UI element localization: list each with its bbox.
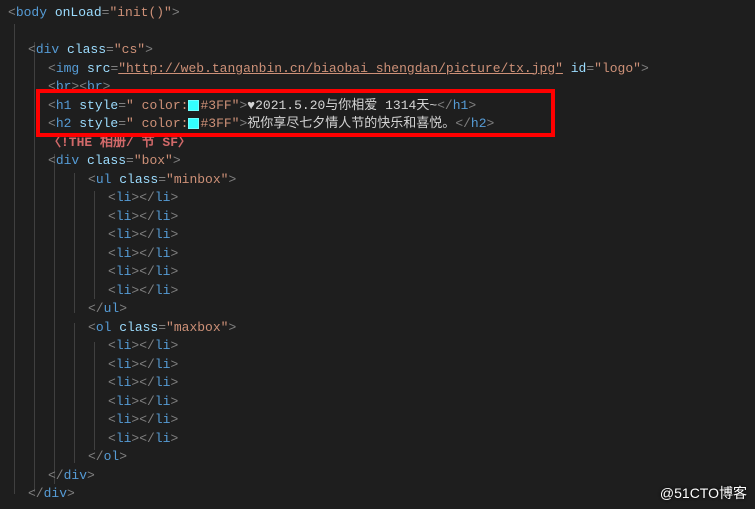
code-line-li[interactable]: <li></li> (4, 263, 755, 282)
code-line-h1[interactable]: <h1 style=" color:#3FF">♥2021.5.20与你相爱 1… (4, 97, 755, 116)
code-line[interactable]: <div class="cs"> (4, 41, 755, 60)
code-line-li[interactable]: <li></li> (4, 430, 755, 449)
watermark-text: @51CTO博客 (660, 483, 747, 503)
code-line[interactable]: </ol> (4, 448, 755, 467)
code-editor[interactable]: <body onLoad="init()"> <div class="cs"> … (0, 0, 755, 508)
code-line-h2[interactable]: <h2 style=" color:#3FF">祝你享尽七夕情人节的快乐和喜悦。… (4, 115, 755, 134)
code-line-li[interactable]: <li></li> (4, 337, 755, 356)
bracket: < (8, 5, 16, 20)
tag-div: div (36, 42, 59, 57)
code-line[interactable]: </ul> (4, 300, 755, 319)
code-line-li[interactable]: <li></li> (4, 245, 755, 264)
code-line-li[interactable]: <li></li> (4, 189, 755, 208)
code-line[interactable]: </div> (4, 467, 755, 486)
code-line-blank[interactable] (4, 23, 755, 42)
code-line[interactable]: <img src="http://web.tanganbin.cn/biaoba… (4, 60, 755, 79)
tag-img: img (56, 61, 79, 76)
code-line[interactable]: <ol class="maxbox"> (4, 319, 755, 338)
text-content: 祝你享尽七夕情人节的快乐和喜悦。 (247, 116, 455, 131)
code-line-li[interactable]: <li></li> (4, 374, 755, 393)
code-line-li[interactable]: <li></li> (4, 282, 755, 301)
code-line-li[interactable]: <li></li> (4, 356, 755, 375)
tag-ol: ol (96, 320, 112, 335)
tag-h1: h1 (56, 98, 72, 113)
tag-ul: ul (96, 172, 112, 187)
attr-value: "init()" (109, 5, 171, 20)
color-swatch-icon (188, 100, 199, 111)
code-line[interactable]: <ul class="minbox"> (4, 171, 755, 190)
code-line-li[interactable]: <li></li> (4, 393, 755, 412)
text-content: ♥2021.5.20与你相爱 1314天~ (247, 98, 437, 113)
code-line-li[interactable]: <li></li> (4, 226, 755, 245)
tag-h2: h2 (56, 116, 72, 131)
color-swatch-icon (188, 118, 199, 129)
code-line[interactable]: </div> (4, 485, 755, 504)
code-line[interactable]: <body onLoad="init()"> (4, 4, 755, 23)
code-line-li[interactable]: <li></li> (4, 411, 755, 430)
code-line-comment[interactable]: 〈!THE 相册/ 节 SF〉 (4, 134, 755, 153)
code-line-li[interactable]: <li></li> (4, 208, 755, 227)
attr: onLoad (47, 5, 102, 20)
tag-body: body (16, 5, 47, 20)
code-line[interactable]: <br><br> (4, 78, 755, 97)
code-line[interactable]: <div class="box"> (4, 152, 755, 171)
